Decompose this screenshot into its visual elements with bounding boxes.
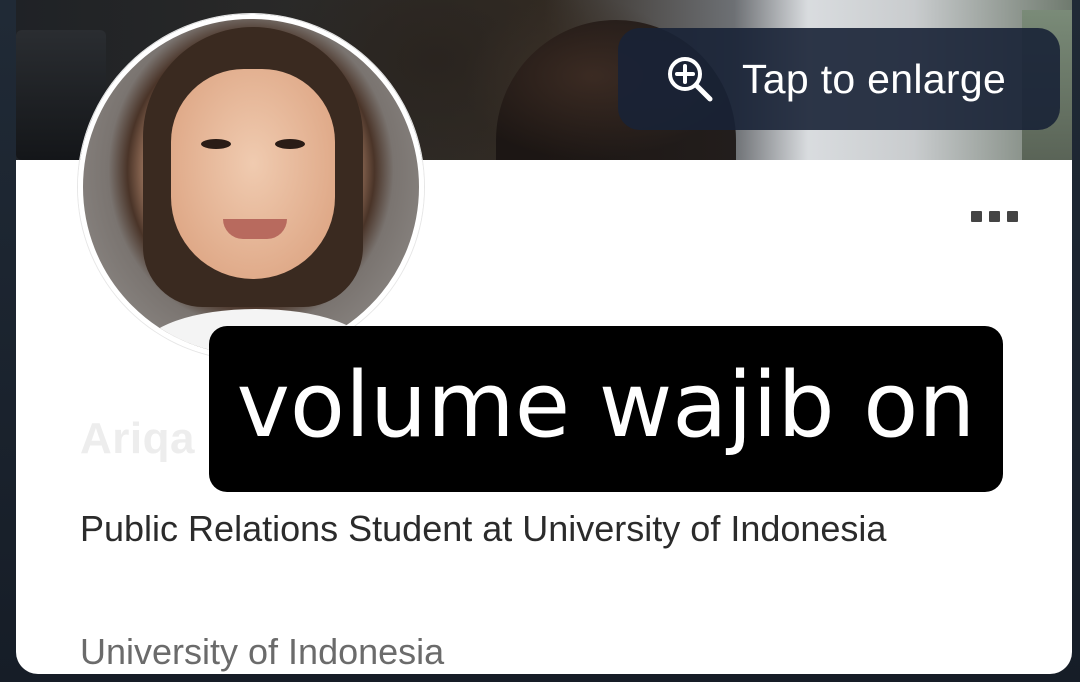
avatar-face [171,69,335,279]
profile-avatar[interactable] [78,14,424,360]
tap-to-enlarge-label: Tap to enlarge [742,55,1007,102]
avatar-eye-right [275,139,305,149]
more-options-icon [970,210,982,222]
more-options-button[interactable] [962,196,1026,236]
video-caption-overlay: volume wajib on [209,326,1003,492]
zoom-in-icon [664,53,716,105]
app-frame: Tap to enlarge Ariqa Public Relations St… [0,0,1080,682]
profile-education[interactable]: University of Indonesia [80,626,444,674]
profile-name: Ariqa [80,414,195,463]
avatar-eye-left [201,139,231,149]
avatar-mouth [223,219,287,239]
profile-headline: Public Relations Student at University o… [80,508,887,549]
tap-to-enlarge-button[interactable]: Tap to enlarge [618,28,1060,130]
more-options-dot [1006,210,1018,222]
more-options-dot [988,210,1000,222]
